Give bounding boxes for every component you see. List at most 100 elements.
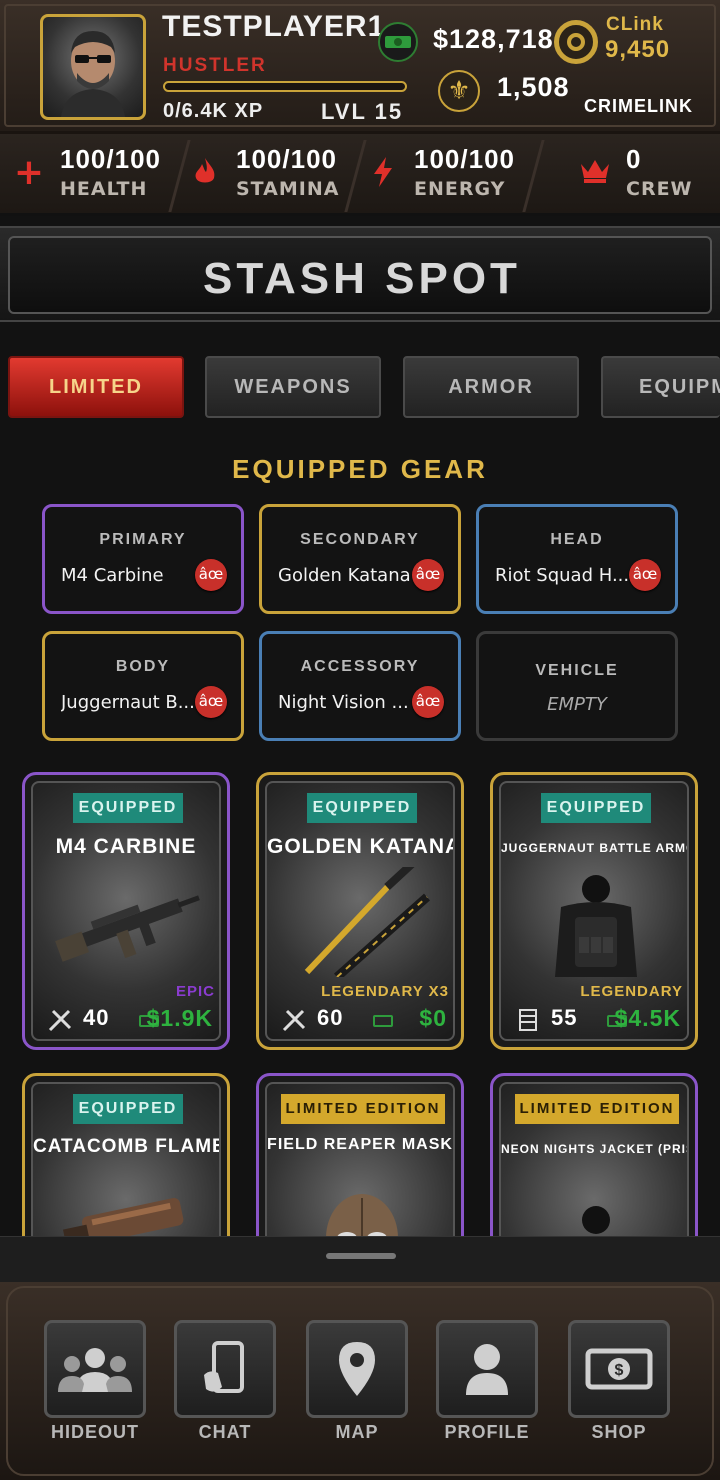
- page-title: STASH SPOT: [203, 254, 521, 303]
- nav-label: MAP: [335, 1422, 379, 1442]
- item-card-golden-katana[interactable]: EQUIPPED GOLDEN KATANA LEGENDARY X3 60 $…: [256, 772, 464, 1050]
- cash-value: $128,718: [433, 24, 554, 54]
- xp-text: 0/6.4K XP: [163, 100, 264, 122]
- slot-item-name: Riot Squad H...: [495, 565, 630, 586]
- slot-secondary[interactable]: SECONDARY Golden Katana âœ: [259, 504, 461, 614]
- fleur-value: 1,508: [497, 72, 570, 102]
- nav-profile[interactable]: PROFILE: [436, 1320, 538, 1450]
- stat-crew[interactable]: 0 CREW: [540, 134, 720, 216]
- drag-handle[interactable]: [326, 1253, 396, 1259]
- defense-icon: [515, 1007, 541, 1033]
- card-price: $0: [419, 1005, 447, 1031]
- nav-map[interactable]: MAP: [306, 1320, 408, 1450]
- equipped-badge: EQUIPPED: [73, 793, 183, 823]
- title-frame: STASH SPOT: [8, 236, 712, 314]
- armor-icon: [555, 875, 637, 977]
- stat-health-label: HEALTH: [60, 178, 148, 200]
- lightning-icon: [366, 156, 400, 190]
- card-item-name: M4 CARBINE: [55, 835, 197, 858]
- card-rarity: LEGENDARY: [580, 983, 683, 1000]
- title-banner: STASH SPOT: [0, 226, 720, 322]
- slot-item-name: M4 Carbine: [61, 565, 164, 586]
- card-item-name: NEON NIGHTS JACKET (PRISM): [501, 1142, 687, 1156]
- level-text: LVL 15: [321, 99, 404, 124]
- slot-label: ACCESSORY: [300, 658, 420, 675]
- stat-energy[interactable]: 100/100 ENERGY: [362, 134, 538, 216]
- tab-limited[interactable]: LIMITED: [8, 356, 184, 418]
- tab-label: EQUIPMENT: [639, 376, 720, 398]
- flame-icon: [188, 156, 222, 190]
- tab-label: WEAPONS: [234, 376, 352, 398]
- nav-shop[interactable]: $ SHOP: [568, 1320, 670, 1450]
- stats-bar: + 100/100 HEALTH 100/100 STAMINA 100/100…: [0, 134, 720, 216]
- slot-vehicle[interactable]: VEHICLE EMPTY: [476, 631, 678, 741]
- unequip-button[interactable]: âœ: [412, 686, 444, 718]
- tab-armor[interactable]: ARMOR: [403, 356, 579, 418]
- tab-weapons[interactable]: WEAPONS: [205, 356, 381, 418]
- avatar-portrait-icon: [61, 31, 125, 117]
- equipped-badge: EQUIPPED: [307, 793, 417, 823]
- unequip-button[interactable]: âœ: [629, 559, 661, 591]
- map-pin-icon: [306, 1320, 408, 1418]
- equipped-badge: EQUIPPED: [73, 1094, 183, 1124]
- bottom-sheet-bar[interactable]: [0, 1236, 720, 1282]
- player-name: TESTPLAYER1: [162, 10, 386, 43]
- unequip-button[interactable]: âœ: [412, 559, 444, 591]
- card-price: $4.5K: [614, 1005, 681, 1031]
- bottom-nav: HIDEOUT CHAT MAP PROFILE $ SHOP: [0, 1282, 720, 1480]
- clink-value: 9,450: [605, 36, 671, 63]
- nav-chat[interactable]: CHAT: [174, 1320, 276, 1450]
- equipped-badge: EQUIPPED: [541, 793, 651, 823]
- stat-crew-value: 0: [626, 144, 642, 174]
- slot-head[interactable]: HEAD Riot Squad H... âœ: [476, 504, 678, 614]
- slot-label: HEAD: [550, 531, 604, 548]
- slot-body[interactable]: BODY Juggernaut B... âœ: [42, 631, 244, 741]
- equipped-gear-heading: EQUIPPED GEAR: [232, 454, 488, 484]
- phone-icon: [174, 1320, 276, 1418]
- slot-label: VEHICLE: [535, 662, 619, 679]
- crimelink-button[interactable]: CRIMELINK: [584, 96, 693, 117]
- tab-equipment[interactable]: EQUIPMENT: [601, 356, 720, 418]
- unequip-button[interactable]: âœ: [195, 686, 227, 718]
- plus-icon: +: [13, 152, 45, 193]
- stat-crew-label: CREW: [626, 178, 693, 200]
- stat-energy-value: 100/100: [414, 144, 515, 174]
- stat-health[interactable]: + 100/100 HEALTH: [0, 134, 180, 216]
- group-icon: [44, 1320, 146, 1418]
- crown-icon: [578, 156, 612, 190]
- slot-item-name: Night Vision ...: [278, 692, 409, 713]
- stat-stamina-value: 100/100: [236, 144, 337, 174]
- slot-item-name: Juggernaut B...: [61, 692, 195, 713]
- card-rarity: EPIC: [175, 983, 215, 1000]
- clink-label: CLink: [606, 14, 664, 35]
- card-stat-value: 60: [317, 1005, 344, 1030]
- nav-label: PROFILE: [444, 1422, 530, 1442]
- card-item-name: GOLDEN KATANA: [267, 835, 455, 858]
- nav-hideout[interactable]: HIDEOUT: [44, 1320, 146, 1450]
- stat-stamina[interactable]: 100/100 STAMINA: [184, 134, 360, 216]
- card-frame: EQUIPPED JUGGERNAUT BATTLE ARMOR LEGENDA…: [499, 781, 689, 1041]
- item-card-juggernaut-armor[interactable]: EQUIPPED JUGGERNAUT BATTLE ARMOR LEGENDA…: [490, 772, 698, 1050]
- stat-energy-label: ENERGY: [414, 178, 506, 200]
- player-avatar[interactable]: [40, 14, 146, 120]
- card-item-name: CATACOMB FLAMER: [33, 1136, 221, 1157]
- limited-edition-badge: LIMITED EDITION: [281, 1094, 445, 1124]
- rifle-icon: [55, 895, 200, 962]
- player-header: TESTPLAYER1 HUSTLER 0/6.4K XP LVL 15 $12…: [0, 0, 720, 134]
- slot-accessory[interactable]: ACCESSORY Night Vision ... âœ: [259, 631, 461, 741]
- slot-label: SECONDARY: [300, 531, 420, 548]
- attack-icon: [47, 1007, 73, 1033]
- card-stat-value: 40: [83, 1005, 110, 1030]
- cash-stack-icon: [378, 22, 418, 62]
- nav-label: SHOP: [591, 1422, 647, 1442]
- item-card-m4-carbine[interactable]: EQUIPPED M4 CARBINE EPIC 40 $1.9K: [22, 772, 230, 1050]
- card-item-name: FIELD REAPER MASK: [267, 1136, 453, 1153]
- clink-coin-icon: [554, 20, 598, 64]
- cash-icon: $: [568, 1320, 670, 1418]
- svg-text:$: $: [615, 1362, 624, 1379]
- player-rank: HUSTLER: [163, 55, 267, 76]
- stat-health-value: 100/100: [60, 144, 161, 174]
- slot-primary[interactable]: PRIMARY M4 Carbine âœ: [42, 504, 244, 614]
- unequip-button[interactable]: âœ: [195, 559, 227, 591]
- slot-label: BODY: [115, 658, 171, 675]
